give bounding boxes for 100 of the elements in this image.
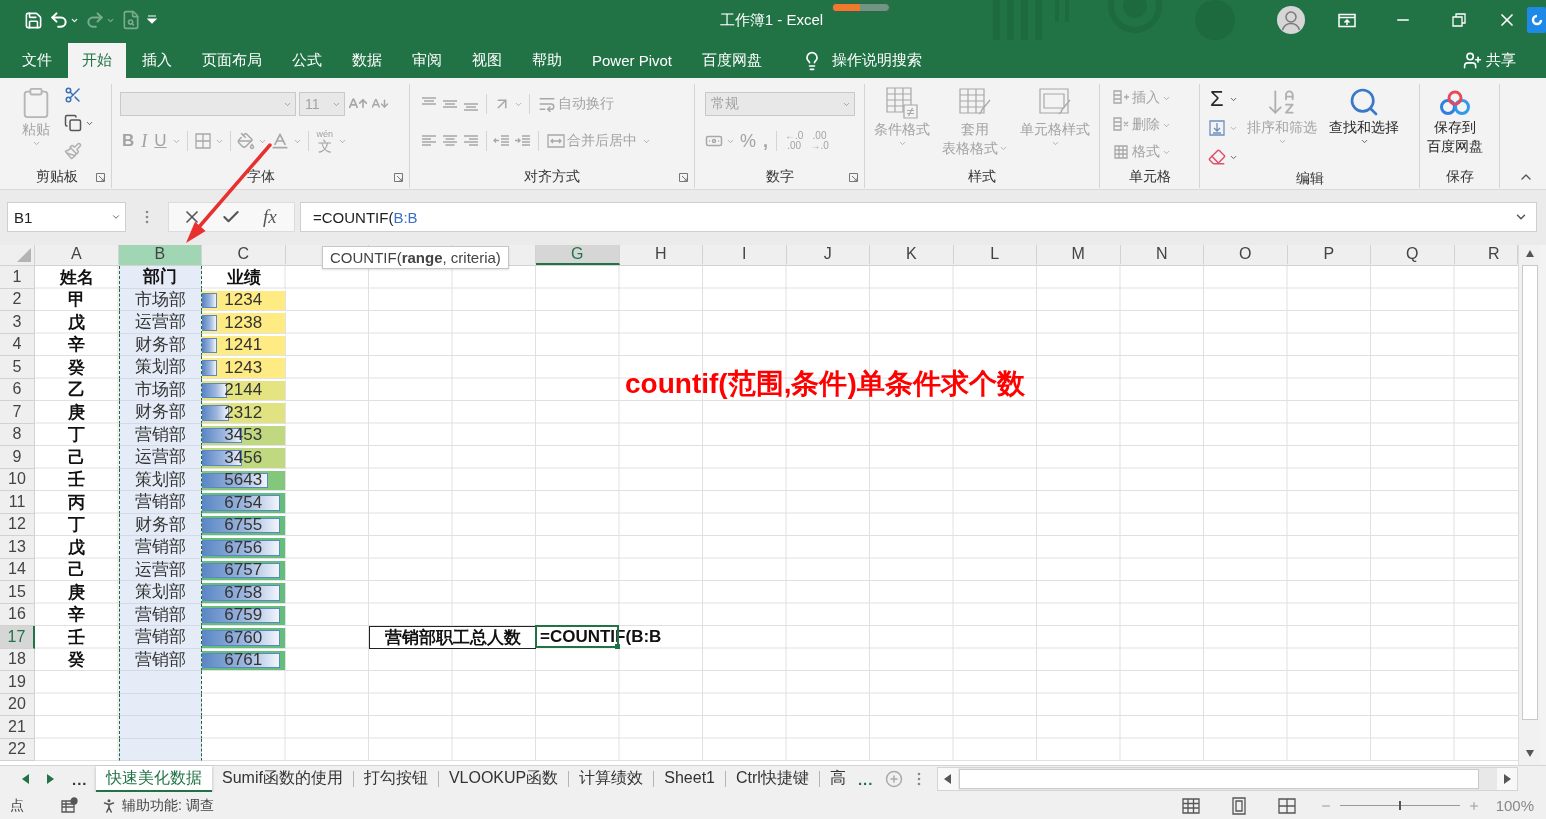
accessibility-status[interactable]: 辅助功能: 调查 — [122, 796, 214, 815]
column-header[interactable]: N — [1120, 245, 1204, 265]
ribbon-tab[interactable]: 文件 — [8, 43, 66, 78]
column-header[interactable]: K — [870, 245, 954, 265]
save-to-cloud-button[interactable]: 保存到 百度网盘 — [1424, 88, 1486, 156]
row-header[interactable]: 7 — [0, 401, 35, 424]
add-sheet-icon[interactable] — [885, 770, 904, 788]
page-break-icon[interactable] — [1277, 796, 1296, 815]
copy-icon[interactable] — [64, 114, 82, 132]
row-header[interactable]: 17 — [0, 626, 35, 649]
row-header[interactable]: 15 — [0, 581, 35, 604]
row-header[interactable]: 9 — [0, 446, 35, 469]
column-header[interactable]: L — [953, 245, 1037, 265]
scroll-down-icon[interactable] — [1525, 749, 1534, 759]
select-all-icon[interactable] — [17, 248, 31, 262]
dialog-launcher-icon[interactable] — [849, 172, 858, 182]
sheet-tab[interactable]: 快速美化数据 — [96, 766, 212, 792]
row-header[interactable]: 19 — [0, 671, 35, 694]
column-header[interactable]: G — [536, 245, 620, 265]
ribbon-tab[interactable]: 公式 — [278, 43, 336, 78]
caret-icon[interactable] — [111, 212, 121, 222]
ribbon-tab[interactable]: 开始 — [68, 43, 126, 78]
row-header[interactable]: 6 — [0, 378, 35, 401]
avatar-icon[interactable] — [1277, 6, 1305, 34]
ribbon-tab[interactable]: 审阅 — [398, 43, 456, 78]
sheet-tab[interactable]: 打勾按钮 — [353, 766, 438, 792]
eraser-icon[interactable] — [1208, 148, 1226, 166]
caret-icon[interactable] — [1359, 137, 1369, 146]
previous-sheet-icon[interactable] — [22, 774, 30, 784]
page-layout-icon[interactable] — [1229, 796, 1248, 815]
scroll-up-icon[interactable] — [1525, 249, 1534, 259]
scrollbar-thumb[interactable] — [959, 769, 1479, 789]
column-header[interactable]: J — [786, 245, 870, 265]
scissors-icon[interactable] — [64, 86, 82, 104]
macro-record-icon[interactable] — [60, 796, 78, 815]
row-header[interactable]: 20 — [0, 693, 35, 716]
row-header[interactable]: 21 — [0, 716, 35, 739]
sheet-tab[interactable]: Sumif函数的使用 — [212, 766, 353, 792]
save-icon[interactable] — [24, 10, 43, 30]
column-header[interactable]: O — [1204, 245, 1288, 265]
dialog-launcher-icon[interactable] — [96, 172, 105, 182]
ribbon-tab[interactable]: 帮助 — [518, 43, 576, 78]
ribbon-tab[interactable]: 数据 — [338, 43, 396, 78]
row-header[interactable]: 12 — [0, 513, 35, 536]
scroll-right-icon[interactable] — [1503, 774, 1511, 784]
more-sheets-button[interactable]: ... — [70, 770, 90, 788]
dialog-launcher-icon[interactable] — [679, 172, 688, 182]
row-header[interactable]: 5 — [0, 356, 35, 379]
ribbon-tab[interactable]: 插入 — [128, 43, 186, 78]
restore-icon[interactable] — [1452, 13, 1466, 27]
ribbon-display-icon[interactable] — [1338, 12, 1356, 28]
row-header[interactable]: 16 — [0, 603, 35, 626]
name-box[interactable]: B1 — [7, 202, 126, 232]
more-sheets-button[interactable]: ... — [855, 770, 876, 788]
column-header[interactable]: P — [1287, 245, 1371, 265]
row-header[interactable]: 2 — [0, 288, 35, 311]
format-cells-icon[interactable] — [1112, 143, 1130, 161]
zoom-in-icon[interactable] — [1467, 799, 1480, 812]
row-header[interactable]: 18 — [0, 648, 35, 671]
scroll-left-icon[interactable] — [944, 774, 952, 784]
ribbon-tab[interactable]: 百度网盘 — [688, 43, 777, 78]
row-header[interactable]: 11 — [0, 491, 35, 514]
sheet-tab[interactable]: Ctrl快捷键 — [726, 766, 819, 792]
normal-view-icon[interactable] — [1181, 796, 1200, 815]
insert-function-button[interactable]: fx — [259, 206, 281, 228]
sheet-tab[interactable]: 计算绩效 — [569, 766, 654, 792]
sheet-tab[interactable]: VLOOKUP函数 — [438, 766, 569, 792]
customize-toolbar-button[interactable] — [147, 15, 157, 25]
find-select-button[interactable]: 查找和选择 — [1326, 86, 1402, 146]
autosum-button[interactable]: Σ — [1208, 87, 1226, 111]
tell-me-search[interactable]: 操作说明搜索 — [798, 43, 927, 78]
column-header[interactable]: M — [1037, 245, 1121, 265]
column-header[interactable]: A — [35, 245, 119, 265]
ribbon-tab[interactable]: 页面布局 — [188, 43, 276, 78]
ribbon-tab[interactable]: 视图 — [458, 43, 516, 78]
row-header[interactable]: 22 — [0, 738, 35, 761]
app-tile-icon[interactable] — [1527, 7, 1546, 33]
scrollbar-thumb[interactable] — [1521, 265, 1538, 720]
ribbon-tab[interactable]: Power Pivot — [578, 43, 687, 78]
formula-input[interactable]: =COUNTIF(B:B — [300, 202, 1537, 232]
row-header[interactable]: 3 — [0, 311, 35, 334]
row-header[interactable]: 10 — [0, 468, 35, 491]
undo-button[interactable] — [49, 10, 79, 30]
column-header[interactable]: B — [118, 245, 202, 265]
column-header[interactable]: C — [202, 245, 286, 265]
column-header[interactable]: I — [703, 245, 787, 265]
merge-cells-icon[interactable] — [547, 132, 565, 150]
row-header[interactable]: 4 — [0, 333, 35, 356]
paint-bucket-icon[interactable] — [236, 132, 255, 150]
sheet-tab[interactable]: Sheet1 — [654, 766, 725, 792]
sheet-tab[interactable]: 高 — [819, 766, 856, 792]
fill-down-icon[interactable] — [1208, 119, 1226, 137]
share-button[interactable]: 共享 — [1459, 43, 1520, 78]
drag-handle-icon[interactable] — [145, 210, 149, 224]
border-icon[interactable] — [193, 132, 212, 150]
dialog-launcher-icon[interactable] — [394, 172, 403, 182]
column-header[interactable]: H — [619, 245, 703, 265]
zoom-slider-thumb[interactable] — [1398, 801, 1401, 810]
column-header[interactable]: Q — [1371, 245, 1455, 265]
row-header[interactable]: 14 — [0, 558, 35, 581]
